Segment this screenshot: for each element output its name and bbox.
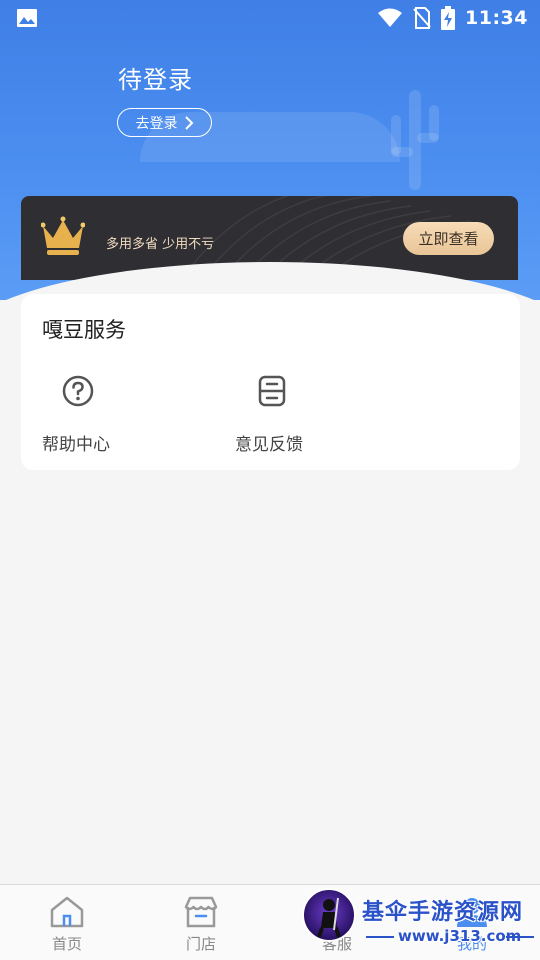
feedback-icon	[258, 375, 286, 407]
image-icon	[17, 9, 37, 27]
crown-icon	[41, 216, 85, 255]
watermark-url: www.j313.com	[398, 927, 522, 945]
feedback-item[interactable]: 意见反馈	[231, 374, 351, 455]
feedback-label: 意见反馈	[235, 435, 303, 455]
login-button[interactable]: 去登录	[117, 108, 212, 137]
help-circle-icon	[62, 375, 94, 407]
status-bar: 11:34	[0, 0, 540, 36]
chevron-right-icon	[184, 115, 193, 130]
login-button-label: 去登录	[135, 115, 178, 132]
watermark-title: 基伞手游资源网	[362, 900, 524, 925]
ninja-figure-icon	[317, 897, 341, 938]
store-icon	[184, 896, 218, 928]
clock-time: 11:34	[465, 7, 528, 29]
tab-store[interactable]: 门店	[166, 893, 236, 955]
services-title: 嘎豆服务	[42, 318, 126, 342]
tab-home[interactable]: 首页	[32, 893, 102, 955]
services-card: 嘎豆服务 帮助中心 意见反馈	[21, 294, 520, 470]
wifi-icon	[378, 8, 403, 27]
watermark-line-right	[506, 936, 534, 938]
no-sim-icon	[413, 7, 431, 29]
help-center-label: 帮助中心	[42, 435, 110, 455]
tab-home-label: 首页	[51, 935, 82, 953]
profile-screen: 11:34 待登录 去登录 多用多省 少用不亏 立即查看 嘎豆服务 帮助中心 意…	[0, 0, 540, 960]
cactus-decoration-icon	[391, 90, 439, 190]
watermark: 基伞手游资源网 www.j313.com	[302, 886, 540, 960]
vip-view-button[interactable]: 立即查看	[403, 222, 494, 255]
login-status-title: 待登录	[118, 66, 193, 94]
watermark-logo	[302, 888, 356, 942]
watermark-line-left	[366, 936, 394, 938]
profile-header: 11:34 待登录 去登录 多用多省 少用不亏 立即查看	[0, 0, 540, 342]
home-icon	[50, 896, 84, 928]
help-center-item[interactable]: 帮助中心	[37, 374, 157, 455]
tab-store-label: 门店	[185, 935, 216, 953]
battery-charging-icon	[441, 6, 456, 30]
vip-slogan: 多用多省 少用不亏	[106, 237, 215, 252]
